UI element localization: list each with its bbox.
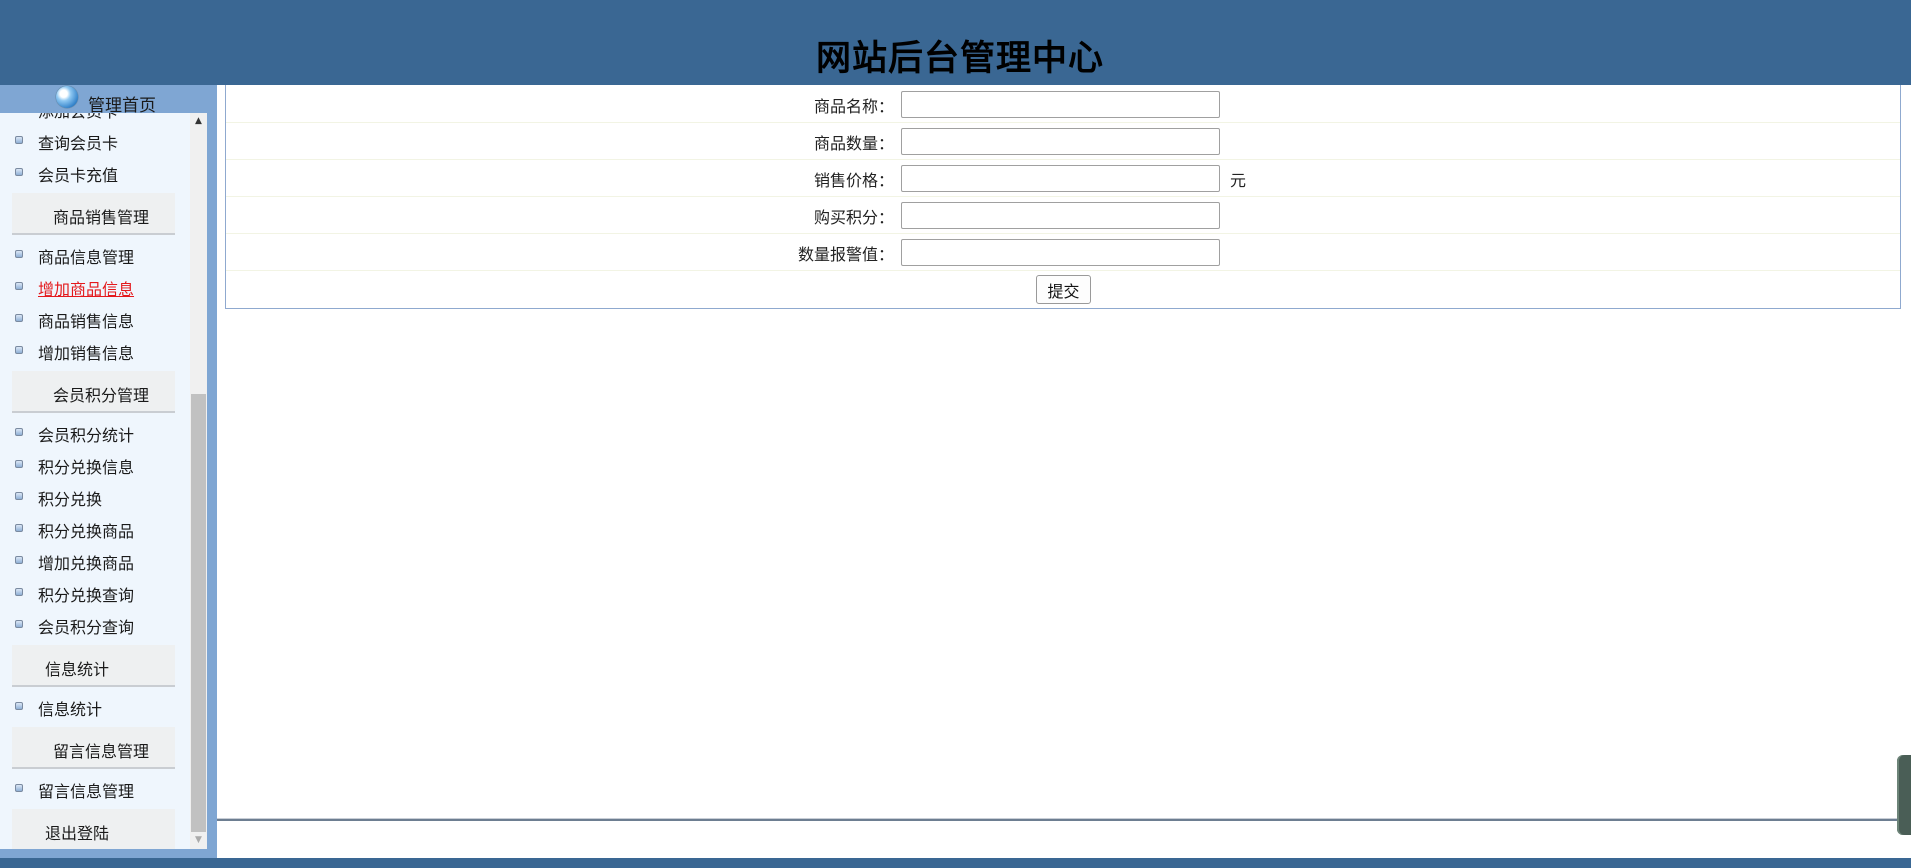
page-title: 网站后台管理中心 — [815, 39, 1104, 79]
bullet-icon — [15, 282, 23, 290]
sidebar-item-label[interactable]: 信息统计 — [38, 696, 102, 720]
bullet-icon — [15, 620, 23, 628]
sidebar-item-exchange-info[interactable]: 积分兑换信息 — [0, 449, 190, 481]
sidebar-menu: 添加会员卡 查询会员卡 会员卡充值 商品销售管理 商品信息管理 增加商品信息 — [0, 113, 190, 849]
purchase-points-label: 购买积分： — [813, 208, 894, 227]
floating-side-widget[interactable] — [1897, 755, 1911, 835]
bullet-icon — [15, 346, 23, 354]
goods-name-input[interactable] — [901, 91, 1220, 118]
scroll-up-arrow-icon[interactable]: ▲ — [190, 113, 207, 130]
sidebar-item-label[interactable]: 积分兑换 — [38, 486, 102, 510]
bullet-icon — [15, 588, 23, 596]
sidebar-item-points-stats[interactable]: 会员积分统计 — [0, 417, 190, 449]
bullet-icon — [15, 428, 23, 436]
sidebar-item-points-query[interactable]: 会员积分查询 — [0, 609, 190, 641]
sidebar-item-label[interactable]: 会员积分统计 — [38, 422, 134, 446]
sidebar-item-exchange-query[interactable]: 积分兑换查询 — [0, 577, 190, 609]
stock-alert-input[interactable] — [901, 239, 1220, 266]
bullet-icon — [15, 556, 23, 564]
sidebar-group-label: 会员积分管理 — [52, 386, 149, 405]
sidebar-item-add-card[interactable]: 添加会员卡 — [0, 113, 190, 125]
sidebar-item-label[interactable]: 积分兑换商品 — [38, 518, 134, 542]
submit-button[interactable]: 提交 — [1036, 275, 1091, 304]
sidebar-item-exchange[interactable]: 积分兑换 — [0, 481, 190, 513]
scrollbar-thumb[interactable] — [191, 394, 206, 832]
form-row-goods-quantity: 商品数量： — [226, 122, 1900, 160]
sidebar-item-messages[interactable]: 留言信息管理 — [0, 773, 190, 805]
bullet-icon — [15, 250, 23, 258]
add-goods-form: 商品名称： 商品数量： 销售价格： 元 购买积分： 数量报警值： 提交 — [225, 85, 1901, 309]
sidebar-group-label: 商品销售管理 — [52, 208, 149, 227]
sidebar-item-card-recharge[interactable]: 会员卡充值 — [0, 157, 190, 189]
bullet-icon — [15, 460, 23, 468]
sidebar-item-label[interactable]: 商品信息管理 — [38, 244, 134, 268]
globe-icon — [56, 86, 78, 108]
home-bar[interactable]: 管理首页 — [0, 85, 211, 116]
content-frame: 商品名称： 商品数量： 销售价格： 元 购买积分： 数量报警值： 提交 — [211, 85, 1911, 858]
footer-bar — [0, 858, 1911, 868]
bullet-icon — [15, 524, 23, 532]
sidebar-item-add-sales[interactable]: 增加销售信息 — [0, 335, 190, 367]
sidebar-item-label[interactable]: 商品销售信息 — [38, 308, 134, 332]
sidebar-scrollbar[interactable]: ▲ ▼ — [190, 113, 207, 849]
sidebar-group-label: 留言信息管理 — [52, 742, 149, 761]
bullet-icon — [15, 784, 23, 792]
goods-quantity-label: 商品数量： — [813, 134, 894, 153]
sidebar-item-label[interactable]: 积分兑换信息 — [38, 454, 134, 478]
sidebar-item-label[interactable]: 留言信息管理 — [38, 778, 134, 802]
sidebar-item-goods-info[interactable]: 商品信息管理 — [0, 239, 190, 271]
bullet-icon — [15, 492, 23, 500]
sidebar-item-sales-info[interactable]: 商品销售信息 — [0, 303, 190, 335]
sidebar-group-messages[interactable]: 留言信息管理 — [12, 727, 175, 769]
sale-price-input[interactable] — [901, 165, 1220, 192]
sidebar-item-label-active[interactable]: 增加商品信息 — [38, 276, 134, 300]
goods-name-label: 商品名称： — [813, 97, 894, 116]
content-bottom-divider — [217, 818, 1911, 821]
sidebar-item-label[interactable]: 积分兑换查询 — [38, 582, 134, 606]
bullet-icon — [15, 314, 23, 322]
form-row-stock-alert: 数量报警值： — [226, 233, 1900, 271]
bullet-icon — [15, 136, 23, 144]
sidebar-item-label[interactable]: 增加销售信息 — [38, 340, 134, 364]
sidebar-logout[interactable]: 退出登陆 — [12, 809, 175, 849]
sidebar-group-member-points[interactable]: 会员积分管理 — [12, 371, 175, 413]
form-row-purchase-points: 购买积分： — [226, 196, 1900, 234]
sidebar-item-label[interactable]: 会员卡充值 — [38, 162, 118, 186]
frame-divider — [211, 85, 217, 858]
purchase-points-input[interactable] — [901, 202, 1220, 229]
sidebar-group-goods-sales[interactable]: 商品销售管理 — [12, 193, 175, 235]
sidebar-group-info-stats[interactable]: 信息统计 — [12, 645, 175, 687]
form-row-sale-price: 销售价格： 元 — [226, 159, 1900, 197]
sidebar-item-query-card[interactable]: 查询会员卡 — [0, 125, 190, 157]
sale-price-label: 销售价格： — [813, 171, 894, 190]
left-nav-frame: 管理首页 添加会员卡 查询会员卡 会员卡充值 商品销售管理 商品信息管理 — [0, 85, 211, 858]
sidebar-item-add-goods[interactable]: 增加商品信息 — [0, 271, 190, 303]
sidebar-item-label[interactable]: 会员积分查询 — [38, 614, 134, 638]
sidebar-item-add-exchange-goods[interactable]: 增加兑换商品 — [0, 545, 190, 577]
sidebar-item-label[interactable]: 查询会员卡 — [38, 130, 118, 154]
header-banner: 网站后台管理中心 — [0, 0, 1911, 85]
price-unit-label: 元 — [1230, 171, 1247, 190]
goods-quantity-input[interactable] — [901, 128, 1220, 155]
scroll-down-arrow-icon[interactable]: ▼ — [190, 832, 207, 849]
bullet-icon — [15, 168, 23, 176]
sidebar-item-label[interactable]: 添加会员卡 — [38, 113, 118, 122]
sidebar-group-label: 信息统计 — [44, 660, 109, 679]
sidebar-item-info-stats[interactable]: 信息统计 — [0, 691, 190, 723]
bullet-icon — [15, 702, 23, 710]
form-row-goods-name: 商品名称： — [226, 85, 1900, 123]
stock-alert-label: 数量报警值： — [797, 245, 894, 264]
sidebar-group-label[interactable]: 退出登陆 — [0, 820, 166, 844]
sidebar-item-label[interactable]: 增加兑换商品 — [38, 550, 134, 574]
sidebar-item-exchange-goods[interactable]: 积分兑换商品 — [0, 513, 190, 545]
